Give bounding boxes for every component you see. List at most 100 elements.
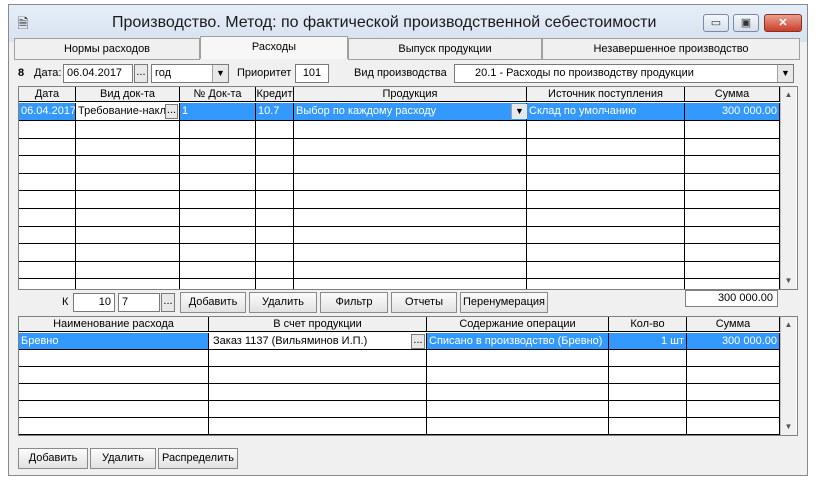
table-cell[interactable]: [527, 138, 685, 156]
scroll-down-icon[interactable]: ▼: [781, 273, 796, 288]
table-cell[interactable]: [294, 244, 527, 262]
table-cell[interactable]: [687, 384, 780, 401]
table-cell[interactable]: [180, 191, 256, 209]
table-cell[interactable]: [19, 401, 209, 418]
minimize-button[interactable]: ▭: [703, 14, 729, 32]
table-cell[interactable]: [256, 226, 294, 244]
table-cell[interactable]: [527, 244, 685, 262]
add-item-button[interactable]: Добавить: [18, 448, 88, 469]
table-cell[interactable]: [685, 121, 780, 139]
table-cell[interactable]: [256, 191, 294, 209]
table-cell[interactable]: [209, 418, 427, 435]
table-cell-expense-name[interactable]: Бревно: [19, 333, 209, 350]
table-cell[interactable]: [609, 367, 687, 384]
delete-button[interactable]: Удалить: [249, 292, 317, 313]
table-cell[interactable]: [609, 401, 687, 418]
table-cell[interactable]: [687, 367, 780, 384]
table-cell[interactable]: [685, 279, 780, 289]
table-cell-product[interactable]: Выбор по каждому расходу: [294, 103, 527, 121]
table-cell[interactable]: [19, 261, 76, 279]
table-cell[interactable]: [294, 138, 527, 156]
table-cell-credit[interactable]: 10.7: [256, 103, 294, 121]
table-cell[interactable]: [527, 279, 685, 289]
table-cell[interactable]: [256, 261, 294, 279]
table-cell[interactable]: [294, 209, 527, 227]
table-cell[interactable]: [209, 350, 427, 367]
table-cell[interactable]: [427, 350, 609, 367]
table-cell[interactable]: [76, 138, 180, 156]
table-cell[interactable]: [19, 279, 76, 289]
table-cell[interactable]: [76, 173, 180, 191]
table-cell[interactable]: [180, 173, 256, 191]
table-cell-quantity[interactable]: 1 шт: [609, 333, 687, 350]
table-cell[interactable]: [180, 226, 256, 244]
table-cell[interactable]: [685, 173, 780, 191]
table-cell[interactable]: [687, 350, 780, 367]
table-cell[interactable]: [256, 209, 294, 227]
table-cell[interactable]: [256, 121, 294, 139]
table-cell[interactable]: [527, 261, 685, 279]
table-cell[interactable]: [19, 138, 76, 156]
table-cell[interactable]: [76, 261, 180, 279]
table-cell[interactable]: [256, 173, 294, 191]
table-cell[interactable]: [180, 156, 256, 174]
chevron-down-icon[interactable]: ▼: [212, 65, 228, 82]
tab-norms[interactable]: Нормы расходов: [14, 38, 200, 60]
table-cell[interactable]: [209, 367, 427, 384]
table-cell[interactable]: [609, 384, 687, 401]
table-cell[interactable]: [76, 156, 180, 174]
distribute-button[interactable]: Распределить: [158, 448, 238, 469]
table-cell-source[interactable]: Склад по умолчанию: [527, 103, 685, 121]
table-cell[interactable]: [685, 226, 780, 244]
table-cell[interactable]: [294, 156, 527, 174]
table-cell[interactable]: [19, 384, 209, 401]
expenses-scrollbar[interactable]: ▲ ▼: [780, 87, 796, 289]
table-cell[interactable]: [685, 261, 780, 279]
table-cell[interactable]: [76, 279, 180, 289]
scroll-up-icon[interactable]: ▲: [781, 87, 796, 102]
renumber-button[interactable]: Перенумерация: [460, 292, 548, 313]
table-cell[interactable]: [19, 244, 76, 262]
table-cell[interactable]: [527, 156, 685, 174]
table-cell[interactable]: [19, 156, 76, 174]
table-cell[interactable]: [256, 279, 294, 289]
k-field-1[interactable]: 10: [73, 293, 115, 312]
table-cell[interactable]: [180, 261, 256, 279]
table-cell[interactable]: [685, 191, 780, 209]
table-cell[interactable]: [685, 209, 780, 227]
table-cell[interactable]: [294, 261, 527, 279]
chevron-down-icon[interactable]: ▼: [777, 65, 793, 82]
reports-button[interactable]: Отчеты: [391, 292, 457, 313]
table-cell[interactable]: [527, 121, 685, 139]
table-cell[interactable]: [256, 244, 294, 262]
table-cell[interactable]: [685, 156, 780, 174]
table-cell[interactable]: [427, 384, 609, 401]
table-cell[interactable]: [609, 350, 687, 367]
production-type-select[interactable]: 20.1 - Расходы по производству продукции: [454, 64, 794, 83]
table-cell[interactable]: [19, 191, 76, 209]
scroll-down-icon[interactable]: ▼: [781, 419, 796, 434]
table-cell[interactable]: [180, 244, 256, 262]
table-cell-operation[interactable]: Списано в производство (Бревно): [427, 333, 609, 350]
table-cell-sum[interactable]: 300 000.00: [687, 333, 780, 350]
table-cell[interactable]: [294, 121, 527, 139]
table-cell[interactable]: [209, 384, 427, 401]
table-cell[interactable]: [256, 156, 294, 174]
table-cell[interactable]: [685, 244, 780, 262]
table-cell-date[interactable]: 06.04.2017: [19, 103, 76, 121]
doc-type-picker-button[interactable]: ...: [165, 104, 178, 119]
table-cell[interactable]: [527, 209, 685, 227]
table-cell[interactable]: [527, 191, 685, 209]
tab-expenses[interactable]: Расходы: [200, 36, 348, 59]
table-cell[interactable]: [687, 401, 780, 418]
table-cell[interactable]: [180, 209, 256, 227]
product-picker-button[interactable]: ...: [411, 334, 425, 349]
table-cell[interactable]: [427, 418, 609, 435]
tab-wip[interactable]: Незавершенное производство: [542, 38, 800, 60]
table-cell[interactable]: [180, 121, 256, 139]
k-field-2[interactable]: 7: [118, 293, 160, 312]
table-cell[interactable]: [294, 226, 527, 244]
table-cell[interactable]: [19, 367, 209, 384]
table-cell[interactable]: [294, 279, 527, 289]
date-picker-button[interactable]: ...: [134, 64, 148, 83]
